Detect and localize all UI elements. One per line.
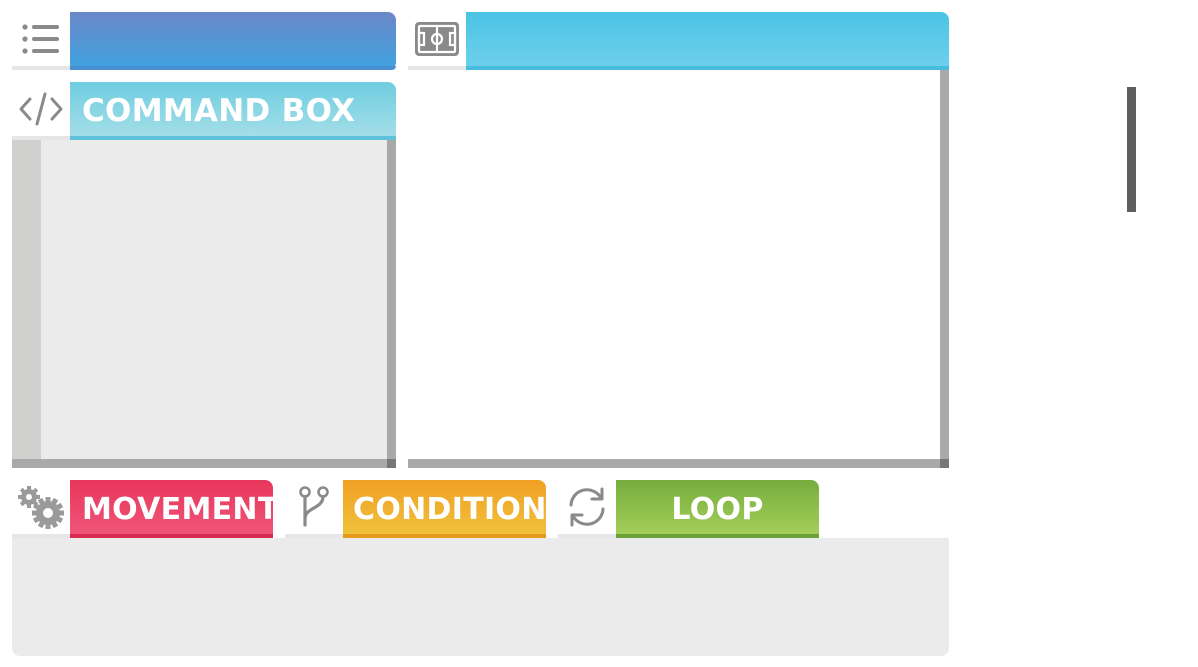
category-tab-movement[interactable]: MOVEMENT xyxy=(70,480,278,538)
loop-label: LOOP xyxy=(671,491,764,527)
stage-horizontal-scrollbar[interactable] xyxy=(408,459,949,468)
command-vertical-scrollbar[interactable] xyxy=(387,140,396,468)
blocks-palette[interactable] xyxy=(12,538,949,656)
stage-canvas[interactable] xyxy=(408,70,949,468)
soccer-field-icon xyxy=(415,22,459,60)
stage-scroll-corner xyxy=(940,459,949,468)
menu-icon-tile[interactable] xyxy=(12,12,70,70)
movement-icon-tile[interactable] xyxy=(12,480,70,538)
category-tab-loop[interactable]: LOOP xyxy=(616,480,819,538)
command-box-editor[interactable] xyxy=(12,140,396,468)
gears-icon xyxy=(16,483,66,535)
stage-header xyxy=(466,12,949,70)
command-box-header: COMMAND BOX xyxy=(70,82,396,140)
page-scrollbar-thumb[interactable] xyxy=(1127,87,1136,212)
command-box-title: COMMAND BOX xyxy=(82,93,356,129)
category-tab-condition[interactable]: CONDITION xyxy=(343,480,546,538)
command-scroll-corner xyxy=(387,459,396,468)
refresh-icon xyxy=(565,485,609,533)
stage-vertical-scrollbar[interactable] xyxy=(940,70,949,468)
menu-tile-underline xyxy=(12,66,70,70)
loop-icon-tile[interactable] xyxy=(558,480,616,538)
command-horizontal-scrollbar[interactable] xyxy=(12,459,396,468)
line-number-gutter xyxy=(12,140,41,460)
menu-header[interactable] xyxy=(70,12,396,70)
stage-icon-tile xyxy=(408,12,466,70)
branch-icon xyxy=(297,485,331,533)
condition-label: CONDITION xyxy=(353,491,547,527)
command-icon-tile xyxy=(12,82,70,140)
condition-icon-tile[interactable] xyxy=(285,480,343,538)
code-icon xyxy=(18,91,64,131)
movement-label: MOVEMENT xyxy=(82,491,279,527)
list-icon xyxy=(21,22,61,60)
